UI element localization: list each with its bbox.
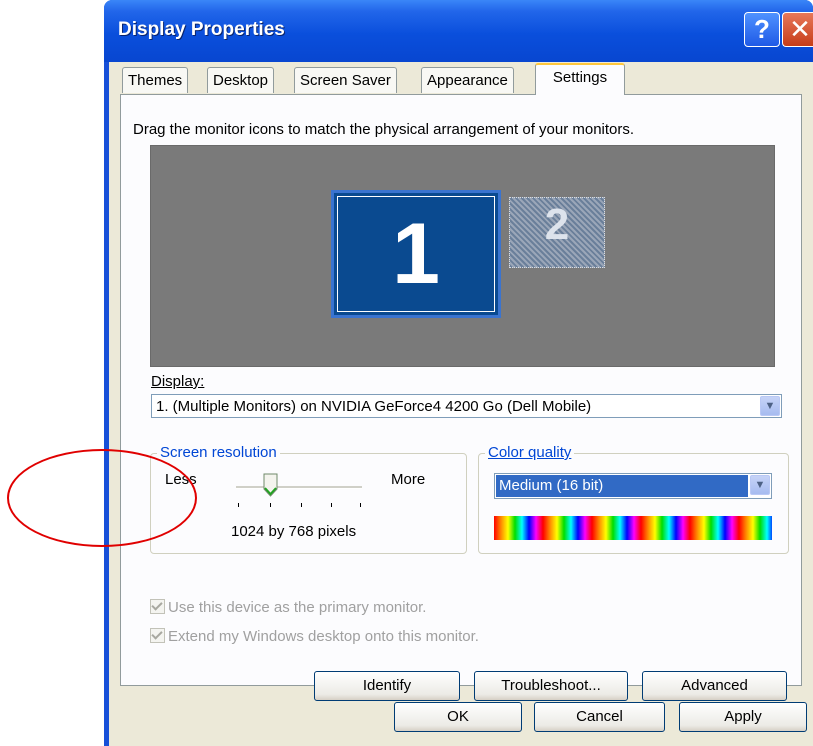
tab-themes[interactable]: Themes bbox=[122, 67, 189, 93]
slider-tick bbox=[301, 503, 302, 507]
identify-button[interactable]: Identify bbox=[314, 671, 460, 701]
display-label-text: Display: bbox=[151, 373, 205, 390]
tab-appearance[interactable]: Appearance bbox=[421, 67, 514, 93]
color-quality-legend-text: Color quality bbox=[488, 444, 572, 461]
tab-settings[interactable]: Settings bbox=[535, 63, 625, 95]
monitor-1-icon[interactable]: 1 bbox=[331, 190, 501, 318]
close-icon: ✕ bbox=[789, 14, 811, 44]
resolution-value: 1024 by 768 pixels bbox=[231, 523, 357, 540]
ok-button[interactable]: OK bbox=[394, 702, 522, 732]
more-label: More bbox=[391, 471, 426, 488]
chevron-down-icon[interactable]: ▼ bbox=[750, 475, 770, 495]
checkbox-icon[interactable] bbox=[150, 628, 165, 643]
screen-resolution-legend: Screen resolution bbox=[157, 444, 280, 461]
color-quality-value: Medium (16 bit) bbox=[496, 475, 748, 497]
help-button[interactable]: ? bbox=[744, 12, 780, 47]
checkbox-icon[interactable] bbox=[150, 599, 165, 614]
slider-tick bbox=[238, 503, 239, 507]
slider-tick bbox=[331, 503, 332, 507]
apply-button[interactable]: Apply bbox=[679, 702, 807, 732]
color-quality-group: Color quality Medium (16 bit) ▼ bbox=[478, 444, 789, 554]
instruction-text: Drag the monitor icons to match the phys… bbox=[133, 121, 635, 138]
color-quality-dropdown[interactable]: Medium (16 bit) ▼ bbox=[494, 473, 772, 499]
slider-tick bbox=[360, 503, 361, 507]
dialog-client-area: Themes Desktop Screen Saver Appearance S… bbox=[109, 62, 813, 746]
help-icon: ? bbox=[754, 14, 770, 44]
advanced-button[interactable]: Advanced bbox=[642, 671, 787, 701]
display-properties-window: Display Properties ? ✕ Themes Desktop Sc… bbox=[104, 0, 813, 746]
primary-monitor-label: Use this device as the primary monitor. bbox=[168, 599, 427, 616]
monitor-arrangement-area[interactable]: 1 2 bbox=[150, 145, 775, 367]
extend-desktop-label: Extend my Windows desktop onto this moni… bbox=[168, 628, 479, 645]
extend-desktop-checkbox[interactable]: Extend my Windows desktop onto this moni… bbox=[150, 628, 479, 645]
cancel-button[interactable]: Cancel bbox=[534, 702, 665, 732]
chevron-down-icon[interactable]: ▼ bbox=[760, 396, 780, 416]
troubleshoot-button[interactable]: Troubleshoot... bbox=[474, 671, 628, 701]
color-quality-legend: Color quality bbox=[485, 444, 575, 461]
tab-screen-saver[interactable]: Screen Saver bbox=[294, 67, 397, 93]
annotation-circle bbox=[7, 449, 197, 547]
slider-tick bbox=[270, 503, 271, 507]
color-spectrum-preview bbox=[494, 516, 772, 540]
screen-resolution-group: Screen resolution Less More 1024 by 768 … bbox=[150, 444, 467, 554]
monitor-1-number: 1 bbox=[392, 206, 440, 302]
display-dropdown-value: 1. (Multiple Monitors) on NVIDIA GeForce… bbox=[156, 398, 592, 415]
monitor-2-icon[interactable]: 2 bbox=[509, 197, 605, 268]
resolution-slider-thumb[interactable] bbox=[263, 473, 278, 497]
title-bar[interactable]: Display Properties ? ✕ bbox=[104, 0, 813, 62]
display-dropdown[interactable]: 1. (Multiple Monitors) on NVIDIA GeForce… bbox=[151, 394, 782, 418]
settings-panel: Drag the monitor icons to match the phys… bbox=[120, 94, 802, 701]
tab-desktop[interactable]: Desktop bbox=[207, 67, 275, 93]
primary-monitor-checkbox[interactable]: Use this device as the primary monitor. bbox=[150, 599, 426, 616]
close-button[interactable]: ✕ bbox=[782, 12, 813, 47]
monitor-2-number: 2 bbox=[544, 200, 570, 249]
resolution-slider-track[interactable] bbox=[236, 486, 362, 489]
window-title: Display Properties bbox=[118, 19, 285, 40]
display-label: Display: bbox=[151, 373, 204, 390]
